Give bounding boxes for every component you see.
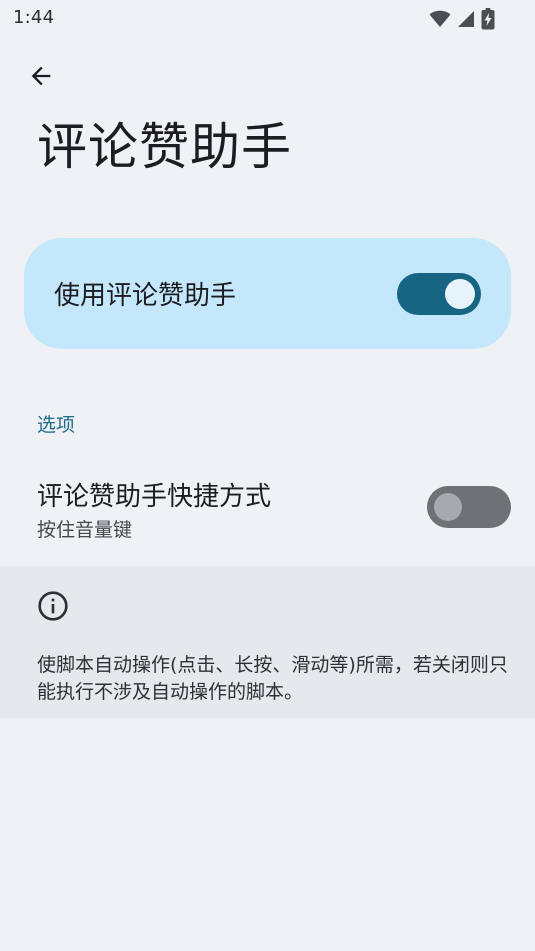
- wifi-icon: [429, 10, 451, 28]
- main-toggle-switch[interactable]: [397, 273, 481, 315]
- arrow-back-icon: [27, 62, 55, 94]
- signal-icon: [457, 10, 475, 28]
- shortcut-subtitle: 按住音量键: [37, 519, 133, 541]
- section-header-options: 选项: [37, 414, 76, 436]
- shortcut-title: 评论赞助手快捷方式: [37, 482, 272, 512]
- info-icon: [37, 590, 69, 622]
- status-icons: [429, 8, 495, 30]
- battery-charging-icon: [481, 8, 495, 30]
- shortcut-toggle-switch[interactable]: [427, 486, 511, 528]
- main-toggle-card[interactable]: 使用评论赞助手: [24, 238, 511, 349]
- info-panel: 使脚本自动操作(点击、长按、滑动等)所需，若关闭则只能执行不涉及自动操作的脚本。: [0, 566, 535, 718]
- page-title: 评论赞助手: [37, 118, 292, 176]
- status-time: 1:44: [13, 7, 55, 28]
- main-toggle-label: 使用评论赞助手: [54, 281, 237, 311]
- info-text: 使脚本自动操作(点击、长按、滑动等)所需，若关闭则只能执行不涉及自动操作的脚本。: [37, 654, 508, 703]
- shortcut-setting-row[interactable]: 评论赞助手快捷方式 按住音量键: [0, 462, 535, 560]
- switch-thumb: [445, 279, 475, 309]
- switch-thumb: [434, 493, 462, 521]
- back-button[interactable]: [20, 57, 62, 99]
- screen: 1:44 评论赞助手 使用评论赞助手 选项 评论赞助手快捷方式 按住音量键 使脚…: [0, 0, 535, 951]
- status-bar: 1:44: [0, 0, 535, 36]
